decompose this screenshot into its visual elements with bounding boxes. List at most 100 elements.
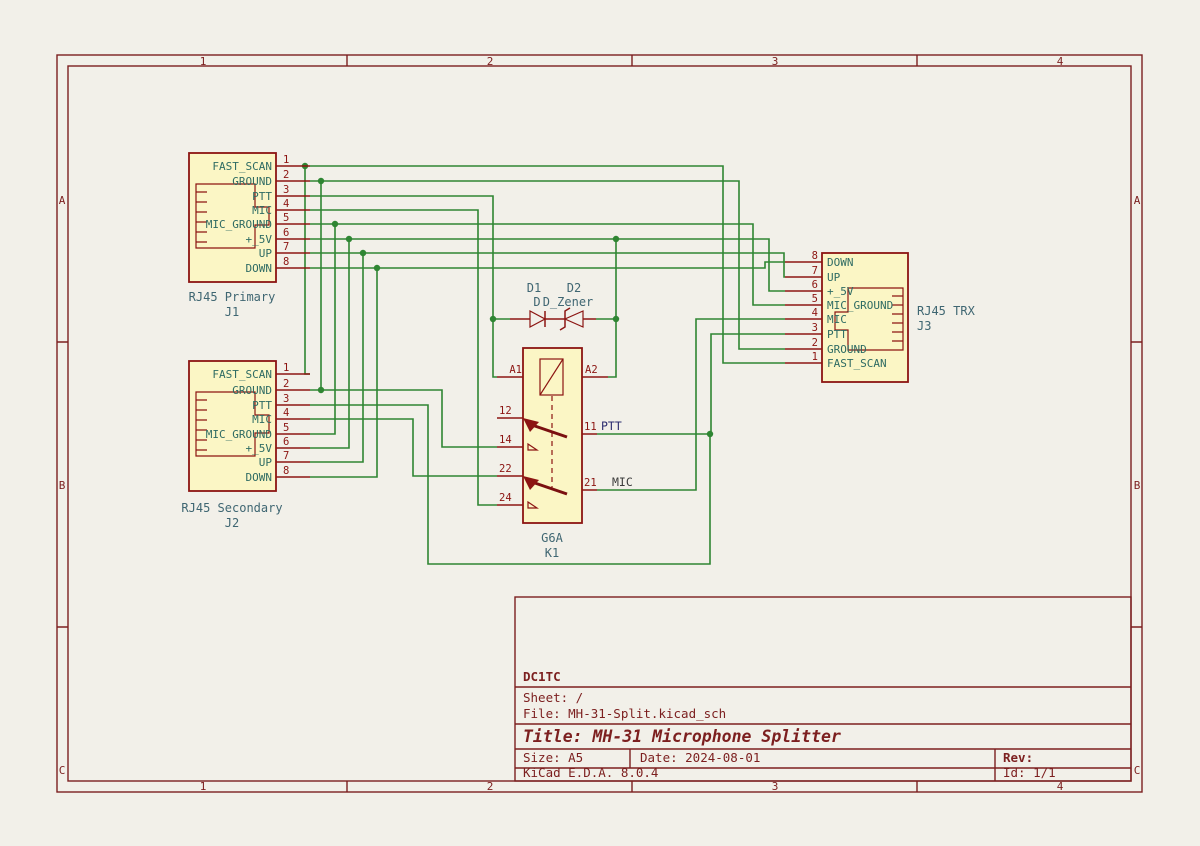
j1-pin-name: PTT <box>252 190 272 203</box>
j1-pin-name: GROUND <box>232 175 272 188</box>
net-label-mic[interactable]: MIC <box>612 475 633 489</box>
zone-col-top-4: 4 <box>1057 55 1064 68</box>
junction-dot <box>613 236 619 242</box>
diode-icon[interactable] <box>530 311 545 327</box>
j1-pin-number: 7 <box>283 241 289 253</box>
j3-pin-name: FAST_SCAN <box>827 357 887 370</box>
j2-pin-name: UP <box>259 456 273 469</box>
wire-ground[interactable] <box>310 181 785 349</box>
zone-col-bot-2: 2 <box>487 780 494 793</box>
junction-dot <box>374 265 380 271</box>
net-labels[interactable]: PTT MIC <box>601 419 633 489</box>
k1-pin-24: 24 <box>499 492 512 504</box>
j2-pin-number: 3 <box>283 393 289 405</box>
sheet-field: Sheet: / <box>523 690 583 705</box>
j3-pin-number: 5 <box>812 293 818 305</box>
j2-pin-name: +_5V <box>246 442 273 455</box>
wire-bus-6[interactable] <box>310 239 349 448</box>
j2-pin-number: 1 <box>283 362 289 374</box>
j2-pin-stubs <box>276 374 310 477</box>
j1-value-label: RJ45 Primary <box>189 290 276 304</box>
junction-dot <box>613 316 619 322</box>
j3-pin-number: 6 <box>812 279 818 291</box>
component-d2[interactable]: D2 D_Zener <box>543 281 596 330</box>
j2-pin-number: 4 <box>283 407 289 419</box>
j2-pin-number: 6 <box>283 436 289 448</box>
j3-pin-name: MIC_GROUND <box>827 299 893 312</box>
j2-pin-name: PTT <box>252 399 272 412</box>
zone-col-bot-1: 1 <box>200 780 207 793</box>
company-name: DC1TC <box>523 669 561 684</box>
zone-row-left-a: A <box>59 194 66 207</box>
j2-pin-number: 8 <box>283 465 289 477</box>
k1-value-label: G6A <box>541 531 563 545</box>
j3-pin-name: UP <box>827 271 841 284</box>
zener-diode-icon[interactable] <box>565 311 583 327</box>
wire-mic1-24[interactable] <box>310 210 497 505</box>
j2-pin-name: GROUND <box>232 384 272 397</box>
zone-col-top-1: 1 <box>200 55 207 68</box>
j2-pin-name: FAST_SCAN <box>212 368 272 381</box>
title-block: DC1TC Sheet: / File: MH-31-Split.kicad_s… <box>515 597 1131 781</box>
component-j2[interactable]: 1 2 3 4 5 6 7 8 FAST_SCAN GROUND PTT MIC… <box>181 361 310 530</box>
k1-pin-a1: A1 <box>509 364 522 376</box>
title-block-frame <box>515 597 1131 781</box>
wire-bus-5[interactable] <box>310 224 335 434</box>
junction-dot <box>346 236 352 242</box>
j1-pin-number: 8 <box>283 256 289 268</box>
j2-ref-label: J2 <box>225 516 239 530</box>
wire-5v-coil[interactable] <box>608 239 616 377</box>
j1-pin-name: MIC_GROUND <box>206 218 272 231</box>
date-field: Date: 2024-08-01 <box>640 750 760 765</box>
j2-pin-number: 7 <box>283 450 289 462</box>
wire-ptt2-loop[interactable] <box>310 405 710 564</box>
net-label-ptt[interactable]: PTT <box>601 419 622 433</box>
j1-pin-number: 6 <box>283 227 289 239</box>
component-k1[interactable]: A1 A2 12 14 22 24 11 21 G6A K1 <box>497 348 608 560</box>
j3-pin-name: GROUND <box>827 343 867 356</box>
zone-col-bot-4: 4 <box>1057 780 1064 793</box>
j3-pin-number: 2 <box>812 337 818 349</box>
k1-pin-22: 22 <box>499 463 512 475</box>
junction-dot <box>360 250 366 256</box>
junction-dot <box>318 387 324 393</box>
wire-micground[interactable] <box>310 224 785 305</box>
zone-row-right-a: A <box>1134 194 1141 207</box>
j1-pin-name: DOWN <box>246 262 273 275</box>
zone-col-bot-3: 3 <box>772 780 779 793</box>
wire-5v[interactable] <box>310 239 785 291</box>
wire-down[interactable] <box>310 262 785 268</box>
title-field: Title: MH-31 Microphone Splitter <box>523 727 841 746</box>
junction-dot <box>318 178 324 184</box>
zone-row-right-b: B <box>1134 479 1141 492</box>
j1-pin-name: UP <box>259 247 273 260</box>
component-j3[interactable]: 8 7 6 5 4 3 2 1 DOWN UP +_5V MIC_GROUND … <box>785 250 976 382</box>
j2-pin-name: DOWN <box>246 471 273 484</box>
junction-dot <box>332 221 338 227</box>
k1-pin-11: 11 <box>584 421 597 433</box>
zone-col-top-3: 3 <box>772 55 779 68</box>
wire-mic-net[interactable] <box>597 319 785 490</box>
wire-bus-8[interactable] <box>310 268 377 477</box>
wire-up[interactable] <box>310 253 785 277</box>
wire-bus-1[interactable] <box>305 166 310 374</box>
wire-bus-7[interactable] <box>310 253 363 462</box>
j3-ref-label: J3 <box>917 319 931 333</box>
k1-pin-12: 12 <box>499 405 512 417</box>
j3-pin-number: 3 <box>812 322 818 334</box>
rev-field: Rev: <box>1003 750 1033 765</box>
j3-pin-name: MIC <box>827 313 847 326</box>
id-field: Id: 1/1 <box>1003 765 1056 780</box>
j2-pin-name: MIC_GROUND <box>206 428 272 441</box>
j3-pin-number: 8 <box>812 250 818 262</box>
k1-pin-14: 14 <box>499 434 512 446</box>
j3-value-label: RJ45 TRX <box>917 304 976 318</box>
component-j1[interactable]: 1 2 3 4 5 6 7 8 FAST_SCAN GROUND PTT MIC… <box>189 153 310 319</box>
j2-pin-number: 5 <box>283 422 289 434</box>
k1-pin-21: 21 <box>584 477 597 489</box>
junction-dot <box>707 431 713 437</box>
schematic-canvas[interactable]: 1 2 3 4 1 2 3 4 A B C A B C DC1TC Sheet:… <box>0 0 1200 846</box>
zone-row-right-c: C <box>1134 764 1141 777</box>
junction-dot <box>490 316 496 322</box>
zone-row-left-c: C <box>59 764 66 777</box>
